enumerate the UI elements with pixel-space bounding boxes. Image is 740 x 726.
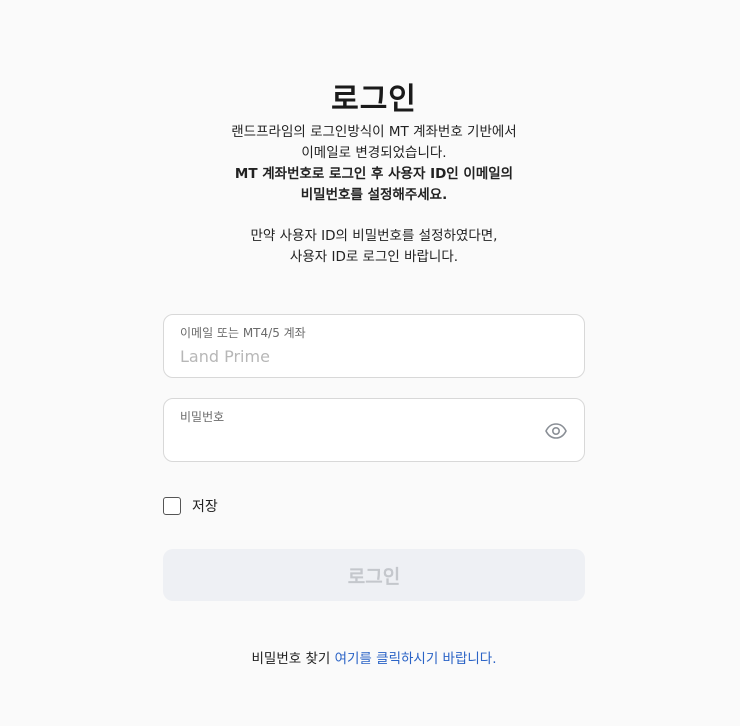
login-description: 랜드프라임의 로그인방식이 MT 계좌번호 기반에서 이메일로 변경되었습니다.… bbox=[163, 122, 585, 268]
password-input[interactable] bbox=[180, 427, 530, 453]
description-line: 사용자 ID로 로그인 바랍니다. bbox=[289, 249, 459, 265]
email-input[interactable] bbox=[180, 343, 530, 369]
remember-checkbox[interactable] bbox=[163, 497, 181, 515]
remember-option[interactable]: 저장 bbox=[163, 495, 218, 517]
email-field[interactable]: 이메일 또는 MT4/5 계좌 bbox=[163, 314, 585, 378]
description-line: 만약 사용자 ID의 비밀번호를 설정하였다면, bbox=[250, 228, 498, 244]
description-bold-line: MT 계좌번호로 로그인 후 사용자 ID인 이메일의 bbox=[234, 166, 514, 182]
password-field[interactable]: 비밀번호 bbox=[163, 398, 585, 462]
description-line: 이메일로 변경되었습니다. bbox=[301, 145, 447, 161]
page-title: 로그인 bbox=[331, 82, 417, 117]
email-field-label: 이메일 또는 MT4/5 계좌 bbox=[180, 326, 306, 340]
forgot-password-link[interactable]: 여기를 클릭하시기 바랍니다. bbox=[335, 651, 497, 667]
password-field-label: 비밀번호 bbox=[180, 410, 225, 424]
forgot-password-label: 비밀번호 찾기 bbox=[251, 651, 335, 667]
description-line: 랜드프라임의 로그인방식이 MT 계좌번호 기반에서 bbox=[231, 124, 517, 140]
eye-icon[interactable] bbox=[544, 419, 568, 443]
login-button[interactable]: 로그인 bbox=[163, 549, 585, 601]
forgot-password-line: 비밀번호 찾기 여기를 클릭하시기 바랍니다. bbox=[163, 647, 585, 667]
remember-label: 저장 bbox=[192, 499, 218, 515]
description-bold-line: 비밀번호를 설정해주세요. bbox=[300, 187, 448, 203]
